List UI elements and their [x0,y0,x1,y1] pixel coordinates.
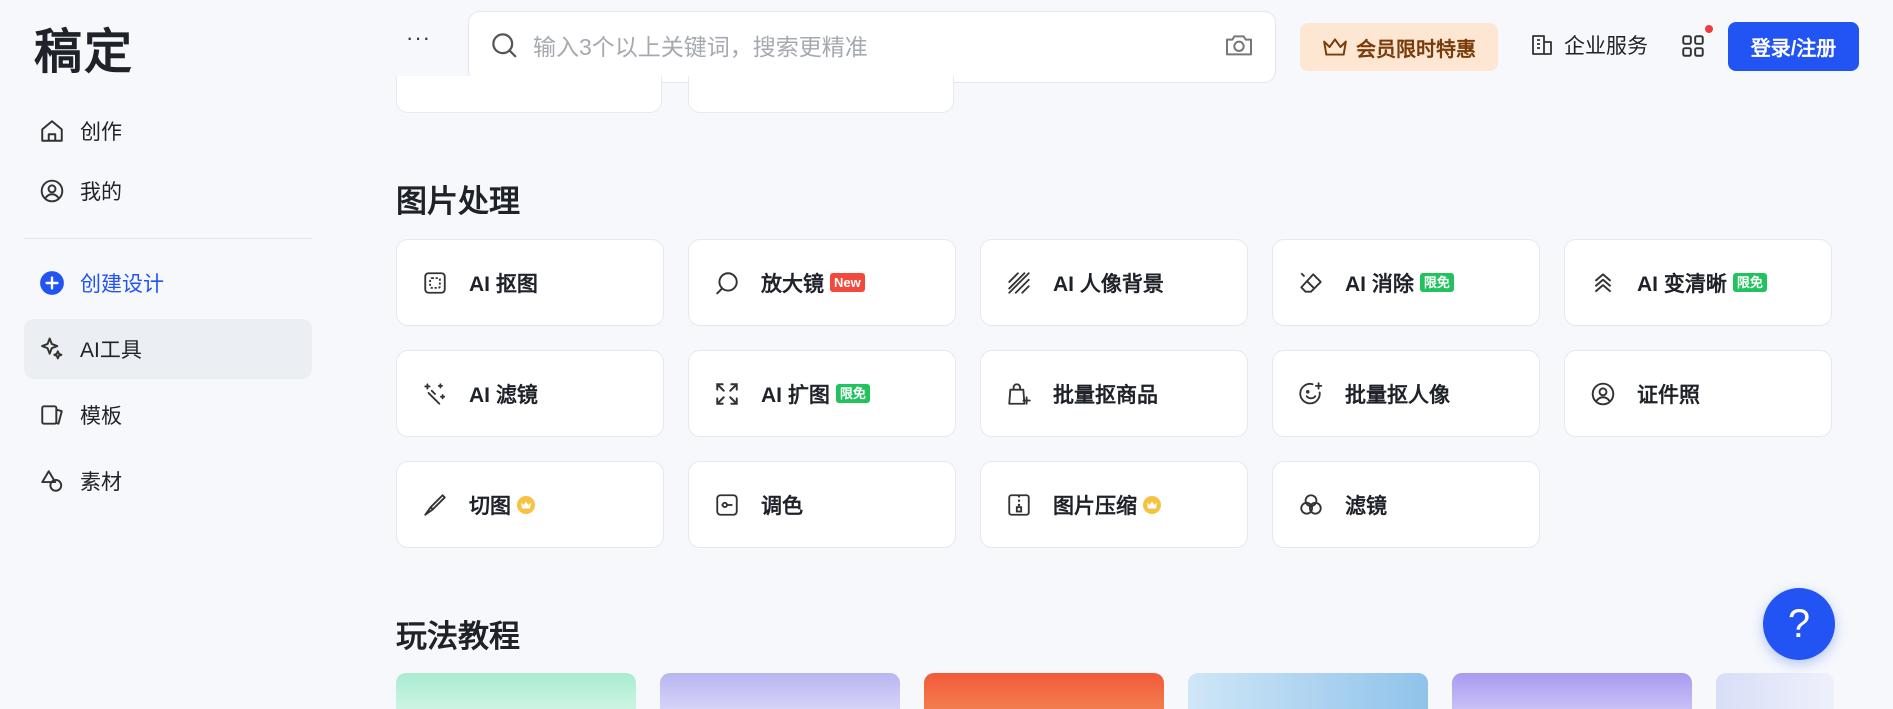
tool-card-batch-portraits[interactable]: 批量抠人像 [1272,350,1540,437]
sidebar-item-create[interactable]: 创作 [24,101,312,161]
magic-wand-icon [421,380,449,408]
sidebar-item-ai-tools[interactable]: AI工具 [24,319,312,379]
tool-label: AI 滤镜 [469,383,538,407]
sharpen-icon [1589,269,1617,297]
face-icon [1297,380,1325,408]
knife-icon [421,491,449,519]
section-title-tutorials: 玩法教程 [396,619,520,654]
crown-icon [1323,38,1347,56]
tool-label: 放大镜 [761,272,824,296]
tool-label: 调色 [761,494,803,518]
tool-card-ai-filter[interactable]: AI 滤镜 [396,350,664,437]
enterprise-service-link[interactable]: 企业服务 [1530,30,1648,60]
magnifier-icon [713,269,741,297]
free-badge: 限免 [835,384,870,403]
vip-offer-label: 会员限时特惠 [1356,38,1476,61]
compress-icon [1005,491,1033,519]
grid-icon [1682,35,1704,57]
shopping-bag-icon [1005,380,1033,408]
camera-icon[interactable] [1223,29,1255,66]
tutorial-card[interactable] [660,673,900,709]
expand-icon [713,380,741,408]
crown-badge-icon [517,495,535,514]
tool-label: 切图 [469,494,511,518]
search-input[interactable] [533,33,1223,61]
id-photo-icon [1589,380,1617,408]
tool-card-image-compress[interactable]: 图片压缩 [980,461,1248,548]
enterprise-service-label: 企业服务 [1564,35,1648,58]
help-button[interactable]: ? [1763,588,1835,660]
tool-label: 滤镜 [1345,494,1387,518]
tool-card-ai-erase[interactable]: AI 消除 限免 [1272,239,1540,326]
plus-circle-icon [38,269,66,297]
color-adjust-icon [713,491,741,519]
tutorial-card[interactable] [396,673,636,709]
partial-card[interactable] [688,76,954,113]
section-title-image-processing: 图片处理 [396,184,520,219]
tool-label: 图片压缩 [1053,494,1137,518]
crown-badge-icon [1143,495,1161,514]
sidebar-item-mine[interactable]: 我的 [24,161,312,221]
tutorial-card[interactable] [1452,673,1692,709]
tool-card-id-photo[interactable]: 证件照 [1564,350,1832,437]
nav-primary: 创作 我的 [24,101,312,221]
tool-label: 批量抠商品 [1053,383,1158,407]
tool-card-filter[interactable]: 滤镜 [1272,461,1540,548]
search-bar [468,11,1276,83]
tool-card-ai-sharpen[interactable]: AI 变清晰 限免 [1564,239,1832,326]
new-badge: New [830,273,865,292]
tool-card-ai-cutout[interactable]: AI 抠图 [396,239,664,326]
user-circle-icon [38,177,66,205]
apps-grid-button[interactable] [1680,33,1706,64]
template-icon [38,401,66,429]
tool-card-batch-products[interactable]: 批量抠商品 [980,350,1248,437]
sidebar-item-materials[interactable]: 素材 [24,451,312,511]
tool-label: AI 抠图 [469,272,538,296]
tool-card-ai-expand[interactable]: AI 扩图 限免 [688,350,956,437]
sidebar: 稿定 创作 我的 创建设计 AI工具 模板 素材 [0,0,330,709]
sidebar-item-label: 创作 [80,121,122,144]
tool-label: AI 扩图 [761,383,830,407]
sidebar-item-create-design[interactable]: 创建设计 [24,253,312,313]
tool-label: 批量抠人像 [1345,383,1450,407]
tutorial-card[interactable] [1188,673,1428,709]
shapes-icon [38,467,66,495]
tool-label: AI 消除 [1345,272,1414,296]
tool-label: 证件照 [1637,383,1700,407]
tutorial-card[interactable] [1716,673,1834,709]
tool-card-slice[interactable]: 切图 [396,461,664,548]
eraser-icon [1297,269,1325,297]
home-icon [38,117,66,145]
tool-card-ai-portrait-bg[interactable]: AI 人像背景 [980,239,1248,326]
notification-dot [1705,25,1713,33]
building-icon [1532,35,1552,55]
free-badge: 限免 [1419,273,1454,292]
nav-secondary: 创建设计 AI工具 模板 素材 [24,253,312,511]
sidebar-item-label: 我的 [80,181,122,204]
sidebar-item-label: AI工具 [80,339,142,362]
tool-label: AI 人像背景 [1053,272,1164,296]
partial-card[interactable] [396,76,662,113]
search-icon [489,30,519,65]
free-badge: 限免 [1732,273,1767,292]
nav-divider [24,238,312,239]
tool-card-magnifier[interactable]: 放大镜 New [688,239,956,326]
brand-logo[interactable]: 稿定 [34,12,134,82]
portrait-bg-icon [1005,269,1033,297]
sidebar-item-label: 素材 [80,471,122,494]
vip-offer-button[interactable]: 会员限时特惠 [1300,23,1498,71]
ai-sparkle-icon [38,335,66,363]
select-icon [421,269,449,297]
tutorial-card[interactable] [924,673,1164,709]
sidebar-item-label: 创建设计 [80,273,164,296]
sidebar-item-label: 模板 [80,405,122,428]
tool-label: AI 变清晰 [1637,272,1727,296]
filter-icon [1297,491,1325,519]
sidebar-item-templates[interactable]: 模板 [24,385,312,445]
more-menu-button[interactable]: ··· [406,27,431,49]
tool-card-color-adjust[interactable]: 调色 [688,461,956,548]
login-register-button[interactable]: 登录/注册 [1728,22,1859,71]
